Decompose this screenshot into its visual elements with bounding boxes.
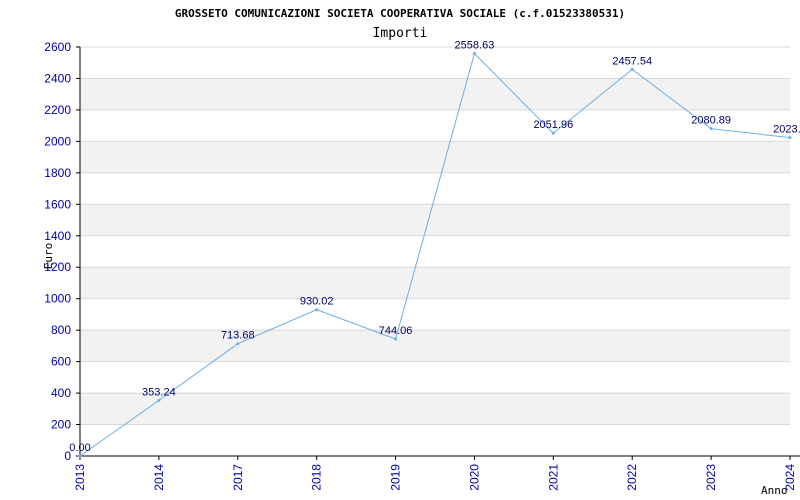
x-tick-label: 2013 xyxy=(73,464,87,491)
y-tick-label: 1400 xyxy=(44,229,71,243)
data-label: 713.68 xyxy=(221,330,255,342)
y-tick-label: 800 xyxy=(51,323,71,337)
data-point xyxy=(551,131,555,135)
grid-band xyxy=(80,141,790,173)
data-label: 2023.8 xyxy=(773,124,800,136)
chart-subtitle: Importi xyxy=(373,26,428,41)
data-point xyxy=(157,398,161,402)
y-tick-label: 2200 xyxy=(44,103,71,117)
grid-band xyxy=(80,204,790,236)
x-tick-label: 2017 xyxy=(231,464,245,491)
data-point xyxy=(236,342,240,346)
x-tick-label: 2021 xyxy=(546,464,560,491)
chart-title: GROSSETO COMUNICAZIONI SOCIETA COOPERATI… xyxy=(175,7,625,20)
data-point xyxy=(630,67,634,71)
y-tick-label: 2400 xyxy=(44,71,71,85)
data-point xyxy=(78,454,82,458)
data-label: 2457.54 xyxy=(612,55,652,67)
x-tick-label: 2014 xyxy=(152,464,166,491)
data-label: 744.06 xyxy=(379,325,413,337)
x-axis-label: Anno xyxy=(761,484,788,497)
data-point xyxy=(788,136,792,140)
x-tick-label: 2022 xyxy=(625,464,639,491)
data-point xyxy=(709,127,713,131)
data-label: 353.24 xyxy=(142,386,176,398)
y-tick-label: 200 xyxy=(51,418,71,432)
line-chart: GROSSETO COMUNICAZIONI SOCIETA COOPERATI… xyxy=(42,7,800,497)
data-label: 2051.96 xyxy=(533,119,573,131)
data-point xyxy=(472,52,476,56)
y-tick-label: 2600 xyxy=(44,40,71,54)
data-label: 930.02 xyxy=(300,296,334,308)
y-tick-label: 1000 xyxy=(44,292,71,306)
y-tick-label: 400 xyxy=(51,386,71,400)
y-tick-label: 1600 xyxy=(44,197,71,211)
grid-band xyxy=(80,393,790,425)
y-tick-label: 600 xyxy=(51,355,71,369)
y-tick-label: 1800 xyxy=(44,166,71,180)
x-axis-ticks: 2013 2014 2017 2018 2019 2020 2021 2022 2023 2024 xyxy=(73,456,797,491)
data-point xyxy=(315,308,319,312)
grid-band xyxy=(80,267,790,299)
data-label: 2558.63 xyxy=(455,40,495,52)
plot-background-bands xyxy=(80,78,790,425)
x-tick-label: 2023 xyxy=(704,464,718,491)
x-tick-label: 2020 xyxy=(467,464,481,491)
data-label: 2080.89 xyxy=(691,115,731,127)
grid-band xyxy=(80,78,790,110)
x-tick-label: 2018 xyxy=(310,464,324,491)
y-axis-label: Euro xyxy=(42,243,55,270)
data-point xyxy=(394,337,398,341)
data-label: 0.00 xyxy=(69,442,90,454)
x-tick-label: 2019 xyxy=(389,464,403,491)
grid-band xyxy=(80,330,790,362)
y-tick-label: 2000 xyxy=(44,134,71,148)
